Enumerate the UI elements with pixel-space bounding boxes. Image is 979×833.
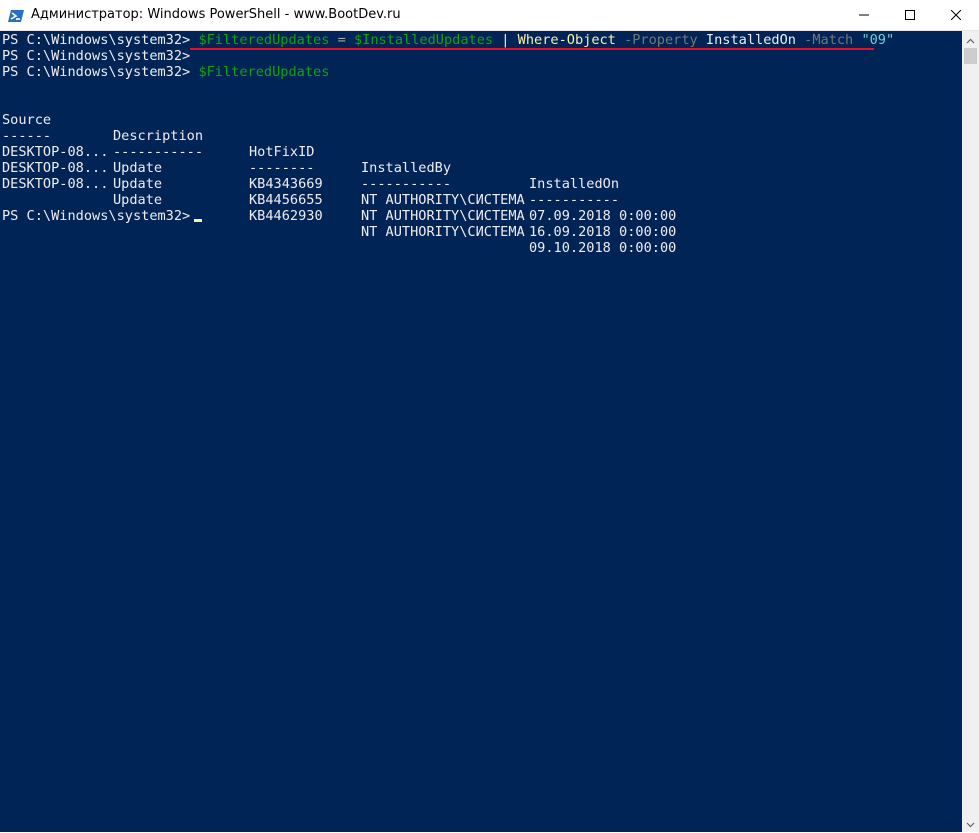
- variable-installed-updates: $InstalledUpdates: [353, 32, 494, 48]
- table-row: DESKTOP-08... Update KB4343669 NT AUTHOR…: [0, 128, 960, 224]
- cell-installedon: 07.09.2018 0:00:00: [529, 208, 677, 224]
- cell-installedby: NT AUTHORITY\СИСТЕМА: [361, 208, 525, 224]
- cell-installedby: NT AUTHORITY\СИСТЕМА: [361, 224, 525, 240]
- variable-filtered-updates: $FilteredUpdates: [198, 64, 330, 80]
- command-line-2: PS C:\Windows\system32>: [2, 48, 190, 64]
- window-title: Администратор: Windows PowerShell - www.…: [31, 7, 401, 22]
- assign-operator: =: [337, 32, 346, 48]
- prompt: PS C:\Windows\system32>: [2, 32, 191, 48]
- cell-installedby: NT AUTHORITY\СИСТЕМА: [361, 192, 525, 208]
- prompt: PS C:\Windows\system32>: [2, 208, 191, 224]
- command-line-3: PS C:\Windows\system32> $FilteredUpdates: [2, 64, 329, 80]
- cell-source: DESKTOP-08...: [2, 176, 109, 192]
- maximize-icon: [905, 10, 915, 20]
- table-row: DESKTOP-08... Update KB4462930 NT AUTHOR…: [0, 160, 960, 256]
- separator: -----------: [529, 192, 620, 208]
- maximize-button[interactable]: [887, 0, 933, 30]
- cell-description: Update: [113, 176, 163, 192]
- scroll-down-button[interactable]: [962, 815, 979, 832]
- parameter-property: -Property: [624, 32, 698, 48]
- powershell-window: Администратор: Windows PowerShell - www.…: [0, 0, 979, 832]
- cell-installedon: 09.10.2018 0:00:00: [529, 240, 677, 256]
- close-icon: [951, 10, 961, 20]
- cell-hotfixid: KB4456655: [249, 192, 323, 208]
- string-09: "09": [861, 32, 895, 48]
- console-output[interactable]: PS C:\Windows\system32> $FilteredUpdates…: [0, 31, 962, 832]
- scroll-up-button[interactable]: [962, 31, 979, 48]
- title-bar[interactable]: Администратор: Windows PowerShell - www.…: [0, 0, 979, 31]
- cell-description: Update: [113, 192, 163, 208]
- vertical-scrollbar[interactable]: [962, 31, 979, 832]
- parameter-match: -Match: [804, 32, 854, 48]
- variable-filtered-updates: $FilteredUpdates: [198, 32, 330, 48]
- table-row: DESKTOP-08... Update KB4456655 NT AUTHOR…: [0, 144, 960, 240]
- prompt: PS C:\Windows\system32>: [2, 48, 191, 64]
- column-header-installedon: InstalledOn: [529, 176, 620, 192]
- cell-installedon: 16.09.2018 0:00:00: [529, 224, 677, 240]
- table-separator: ------ ----------- -------- ----------- …: [0, 112, 960, 208]
- cell-hotfixid: KB4343669: [249, 176, 323, 192]
- cell-hotfixid: KB4462930: [249, 208, 323, 224]
- text-cursor: [194, 219, 202, 222]
- cmdlet-where-object: Where-Object: [517, 32, 616, 48]
- powershell-icon: [8, 8, 24, 24]
- command-line-current[interactable]: PS C:\Windows\system32>: [2, 208, 190, 224]
- command-line-1: PS C:\Windows\system32> $FilteredUpdates…: [2, 32, 894, 48]
- argument-installedon: InstalledOn: [705, 32, 796, 48]
- minimize-icon: [859, 10, 869, 20]
- prompt: PS C:\Windows\system32>: [2, 64, 191, 80]
- chevron-up-icon: [966, 31, 975, 49]
- minimize-button[interactable]: [841, 0, 887, 30]
- scroll-thumb[interactable]: [964, 48, 977, 64]
- table-header: Source Description HotFixID InstalledBy …: [0, 96, 960, 192]
- chevron-down-icon: [966, 815, 975, 833]
- highlight-underline: [190, 48, 874, 50]
- close-button[interactable]: [933, 0, 979, 30]
- separator: -----------: [361, 176, 452, 192]
- pipe-operator: |: [501, 32, 510, 48]
